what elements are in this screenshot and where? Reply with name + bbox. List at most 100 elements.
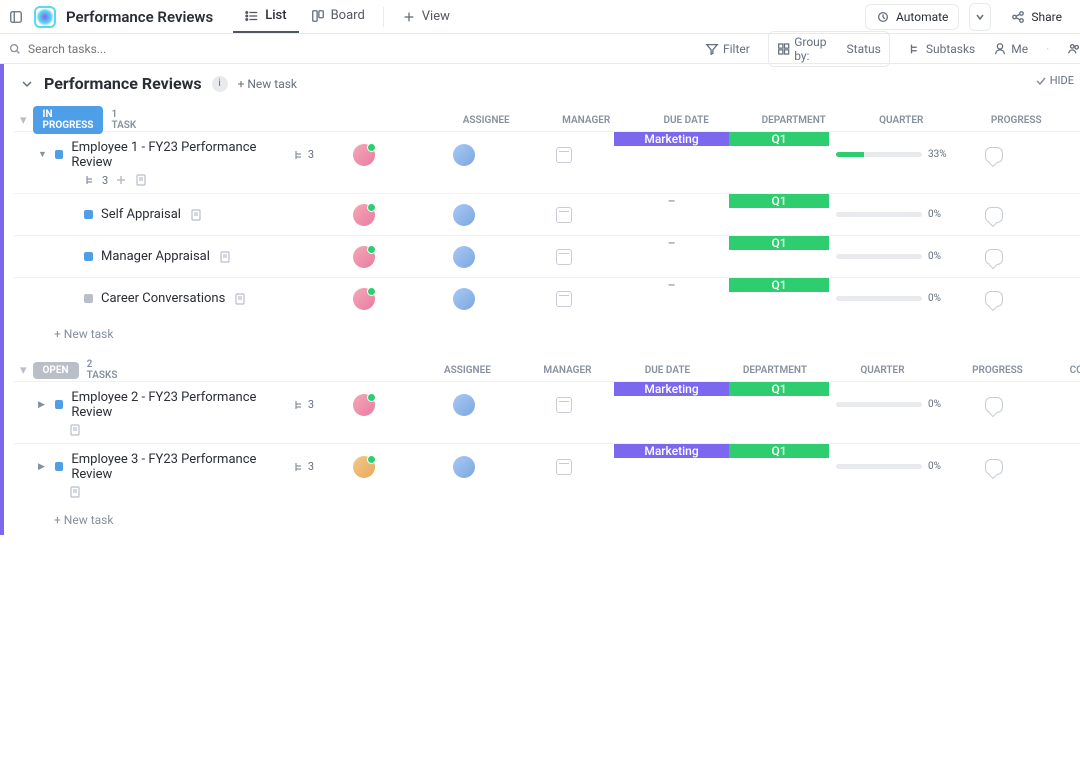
group-by-button[interactable]: Group by: Status [768,31,890,67]
progress-label: 0% [928,461,952,472]
calendar-icon[interactable] [556,397,572,413]
quarter-cell[interactable]: Q1 [729,236,829,250]
subtasks-button[interactable]: Subtasks [908,42,975,56]
col-manager[interactable]: MANAGER [536,115,636,126]
comment-icon[interactable] [985,207,1003,223]
calendar-icon[interactable] [556,291,572,307]
department-cell[interactable]: Marketing [614,444,729,458]
new-task-button[interactable]: + New task [14,505,1080,535]
col-quarter[interactable]: QUARTER [851,115,951,126]
hide-button[interactable]: HIDE [1035,74,1074,87]
note-icon[interactable] [134,173,148,187]
comment-icon[interactable] [985,249,1003,265]
avatar[interactable] [453,246,475,268]
task-row[interactable]: ▶ Employee 2 - FY23 Performance Review 3… [14,381,1080,427]
calendar-icon[interactable] [556,459,572,475]
add-view-button[interactable]: View [390,1,462,32]
quarter-cell[interactable]: Q1 [729,382,829,396]
board-icon [311,9,325,23]
status-square[interactable] [55,400,63,409]
col-assignee[interactable]: ASSIGNEE [417,365,517,376]
comment-icon[interactable] [985,291,1003,307]
col-department[interactable]: DEPARTMENT [736,115,851,126]
tab-board[interactable]: Board [299,0,377,33]
search-icon [8,42,22,56]
automate-dropdown[interactable] [969,3,991,31]
info-icon[interactable]: i [212,76,228,92]
me-button[interactable]: Me [993,42,1028,56]
quarter-cell[interactable]: Q1 [729,194,829,208]
note-icon[interactable] [68,485,82,499]
quarter-cell[interactable]: Q1 [729,132,829,146]
status-square[interactable] [55,462,63,471]
avatar[interactable] [453,288,475,310]
expand-caret-icon[interactable]: ▶ [38,462,47,472]
department-cell[interactable]: – [614,278,729,292]
note-icon[interactable] [233,292,247,306]
avatar[interactable] [353,456,375,478]
search-input[interactable] [28,42,128,56]
avatar[interactable] [353,394,375,416]
quarter-cell[interactable]: Q1 [729,444,829,458]
new-task-button[interactable]: + New task [238,77,297,91]
department-cell[interactable]: Marketing [614,132,729,146]
task-row[interactable]: Career Conversations – Q1 0% [14,277,1080,319]
status-square[interactable] [55,150,63,159]
avatar[interactable] [453,394,475,416]
avatar[interactable] [353,204,375,226]
task-row[interactable]: ▼ Employee 1 - FY23 Performance Review 3… [14,131,1080,177]
col-quarter[interactable]: QUARTER [832,365,932,376]
comment-icon[interactable] [985,147,1003,163]
col-assignee[interactable]: ASSIGNEE [436,115,536,126]
comment-icon[interactable] [985,397,1003,413]
filter-icon [705,42,719,56]
col-manager[interactable]: MANAGER [517,365,617,376]
col-progress[interactable]: PROGRESS [932,365,1062,376]
plus-icon[interactable] [114,173,128,187]
avatar[interactable] [453,456,475,478]
avatar[interactable] [353,246,375,268]
note-icon[interactable] [218,250,232,264]
share-button[interactable]: Share [1001,5,1072,29]
comment-icon[interactable] [985,459,1003,475]
automate-button[interactable]: Automate [865,4,959,30]
tab-list[interactable]: List [233,0,298,33]
col-comments[interactable]: COMMENTS [1062,365,1080,376]
expand-caret-icon[interactable]: ▼ [38,149,47,160]
calendar-icon[interactable] [556,147,572,163]
department-cell[interactable]: Marketing [614,382,729,396]
col-duedate[interactable]: DUE DATE [617,365,717,376]
task-row[interactable]: Manager Appraisal – Q1 0% [14,235,1080,277]
department-cell[interactable]: – [614,236,729,250]
status-square[interactable] [84,294,93,303]
avatar[interactable] [353,144,375,166]
chevron-down-icon[interactable]: ▾ [20,112,27,128]
status-tag[interactable]: IN PROGRESS [33,106,104,134]
col-progress[interactable]: PROGRESS [951,115,1080,126]
sidebar-toggle-icon[interactable] [8,9,24,25]
expand-caret-icon[interactable]: ▶ [38,400,47,410]
progress-cell: 33% [829,149,959,160]
calendar-icon[interactable] [556,249,572,265]
filter-button[interactable]: Filter [705,42,750,56]
status-square[interactable] [84,210,93,219]
col-department[interactable]: DEPARTMENT [717,365,832,376]
chevron-down-icon[interactable] [20,77,34,91]
status-square[interactable] [84,252,93,261]
task-row[interactable]: Self Appraisal – Q1 0% [14,193,1080,235]
status-tag[interactable]: OPEN [33,362,79,379]
note-icon[interactable] [189,208,203,222]
department-cell[interactable]: – [614,194,729,208]
avatar[interactable] [453,204,475,226]
new-task-button[interactable]: + New task [14,319,1080,349]
quarter-cell[interactable]: Q1 [729,278,829,292]
calendar-icon[interactable] [556,207,572,223]
note-icon[interactable] [68,423,82,437]
subtask-icon [84,174,96,186]
chevron-down-icon[interactable]: ▾ [20,362,27,378]
col-duedate[interactable]: DUE DATE [636,115,736,126]
avatar[interactable] [453,144,475,166]
avatar[interactable] [353,288,375,310]
assignees-button[interactable]: Assignees [1067,42,1080,56]
task-row[interactable]: ▶ Employee 3 - FY23 Performance Review 3… [14,443,1080,489]
